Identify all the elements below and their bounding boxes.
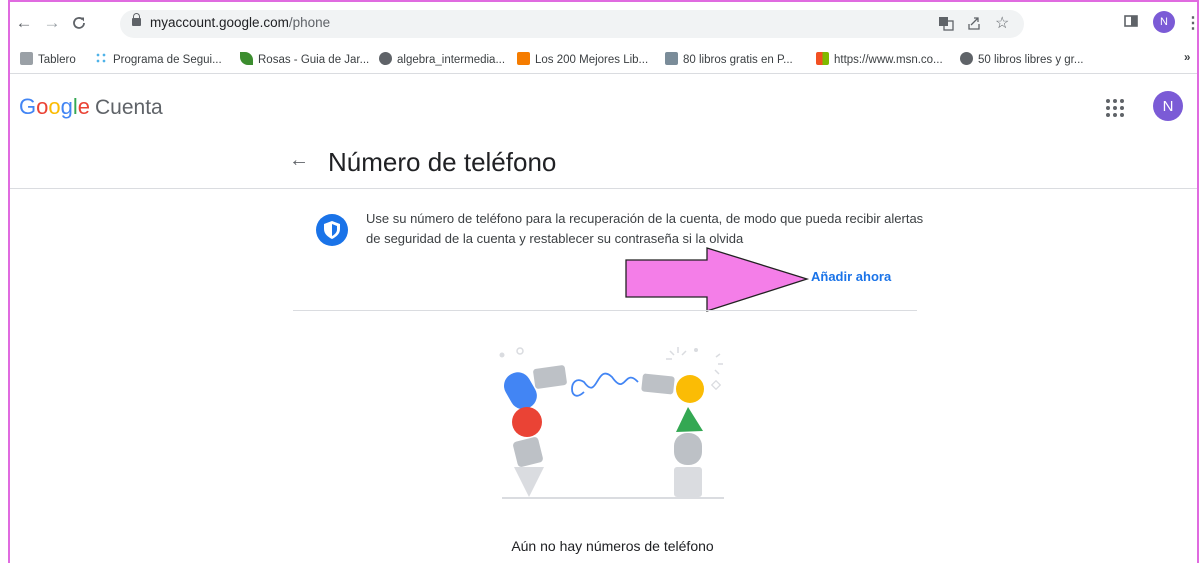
bookmark-label: Tablero <box>38 54 76 66</box>
bookmark-label: Los 200 Mejores Lib... <box>535 54 649 66</box>
profile-avatar[interactable]: N <box>1153 11 1175 33</box>
browser-window: ← → myaccount.google.com/phone ☆ N ⋮ Tab… <box>8 0 1199 563</box>
translate-icon[interactable] <box>938 15 954 34</box>
bookmark-site-icon <box>665 52 678 65</box>
bookmark-item[interactable]: Rosas - Guia de Jar... <box>240 52 369 66</box>
bookmark-item[interactable]: algebra_intermedia... <box>379 52 505 66</box>
url-host: myaccount.google.com <box>150 15 289 30</box>
apps-grid-icon[interactable] <box>1106 99 1124 117</box>
bookmarks-bar: Tablero Programa de Segui... Rosas - Gui… <box>10 47 1197 74</box>
book-icon <box>517 52 530 65</box>
bookmark-item[interactable]: 80 libros gratis en P... <box>665 52 793 66</box>
bookmark-item[interactable]: Tablero <box>20 52 76 66</box>
share-icon[interactable] <box>966 15 982 34</box>
address-bar[interactable]: myaccount.google.com/phone ☆ <box>120 10 1024 38</box>
logo-letter: o <box>48 94 61 119</box>
star-icon[interactable]: ☆ <box>995 13 1009 33</box>
globe-icon <box>379 52 392 65</box>
logo-letter: G <box>19 94 37 119</box>
globe-icon <box>960 52 973 65</box>
bookmark-label: Programa de Segui... <box>113 54 222 66</box>
empty-state-message: Aún no hay números de teléfono <box>10 538 1197 554</box>
bookmark-label: Rosas - Guia de Jar... <box>258 54 370 66</box>
product-name: Cuenta <box>95 96 163 119</box>
annotation-arrow-icon <box>625 247 810 312</box>
logo-letter: o <box>36 94 49 119</box>
back-arrow-icon[interactable]: ← <box>289 149 309 172</box>
url-path: /phone <box>288 15 331 30</box>
apps-bookmark-icon <box>20 52 33 65</box>
bookmark-item[interactable]: Los 200 Mejores Lib... <box>517 52 648 66</box>
dots-icon <box>95 52 108 65</box>
account-avatar[interactable]: N <box>1153 91 1183 121</box>
forward-icon[interactable]: → <box>42 13 62 33</box>
info-text: Use su número de teléfono para la recupe… <box>366 211 924 246</box>
bookmarks-overflow-button[interactable]: » <box>1184 52 1190 64</box>
bookmark-label: algebra_intermedia... <box>397 54 506 66</box>
page-title: Número de teléfono <box>328 147 557 177</box>
url-text: myaccount.google.com/phone <box>150 15 330 30</box>
side-panel-icon[interactable] <box>1123 13 1139 34</box>
google-cuenta-logo[interactable]: Google Cuenta <box>19 94 163 120</box>
leaf-icon <box>240 52 253 65</box>
bookmark-item[interactable]: 50 libros libres y gr... <box>960 52 1083 66</box>
bookmark-item[interactable]: Programa de Segui... <box>95 52 222 66</box>
logo-letter: g <box>60 94 73 119</box>
empty-state-illustration <box>499 347 724 499</box>
bookmark-label: 50 libros libres y gr... <box>978 54 1084 66</box>
bookmark-label: 80 libros gratis en P... <box>683 54 793 66</box>
back-icon[interactable]: ← <box>14 13 34 33</box>
lock-icon <box>132 13 141 26</box>
browser-toolbar: ← → myaccount.google.com/phone ☆ N ⋮ <box>10 2 1197 47</box>
more-vert-icon[interactable]: ⋮ <box>1185 13 1197 33</box>
shield-icon <box>316 214 348 246</box>
windows-logo-icon <box>816 52 829 65</box>
empty-state-text: Aún no hay números de teléfono <box>511 538 714 554</box>
logo-letter: e <box>77 94 91 119</box>
add-now-link[interactable]: Añadir ahora <box>811 269 891 284</box>
reload-icon[interactable] <box>69 13 89 33</box>
bookmark-item[interactable]: https://www.msn.co... <box>816 52 943 66</box>
bookmark-label: https://www.msn.co... <box>834 54 943 66</box>
page-title-bar: ← Número de teléfono <box>10 136 1197 189</box>
section-divider <box>293 310 917 311</box>
app-header: Google Cuenta N <box>10 74 1197 136</box>
